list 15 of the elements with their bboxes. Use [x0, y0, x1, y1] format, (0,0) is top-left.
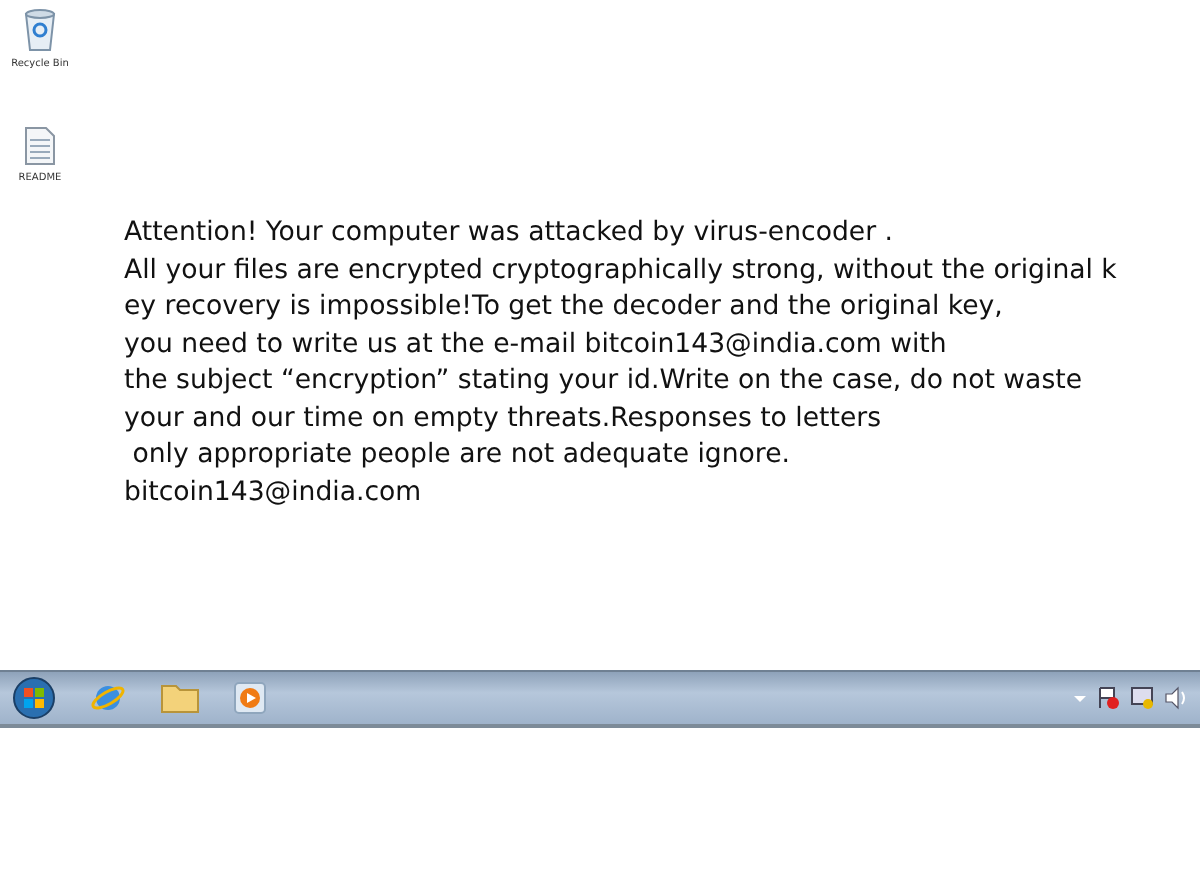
speaker-icon[interactable]	[1164, 686, 1188, 710]
play-icon[interactable]	[234, 682, 266, 714]
note-line: the subject “encryption” stating your id.Write on the case, do not waste	[124, 364, 1085, 400]
note-line: All your files are encrypted cryptographically strong, without the original k	[124, 253, 1117, 289]
note-line: you need to write us at the e-mail bitcoin143@india.com with	[124, 327, 949, 363]
start-button-icon[interactable]	[12, 676, 56, 720]
note-line: Attention! Your computer was attacked by virus-encoder .	[124, 216, 895, 252]
document-icon[interactable]	[23, 126, 56, 166]
note-line: only appropriate people are not adequate ignore.	[130, 438, 793, 474]
recycle-bin-icon[interactable]	[21, 8, 58, 52]
note-line: bitcoin143@india.com	[124, 475, 424, 511]
note-line: your and our time on empty threats.Responses to letters	[124, 401, 884, 437]
flag-icon[interactable]	[1096, 686, 1120, 710]
note-line: ey recovery is impossible!To get the decoder and the original key,	[124, 290, 1005, 326]
network-icon[interactable]	[1130, 686, 1154, 710]
